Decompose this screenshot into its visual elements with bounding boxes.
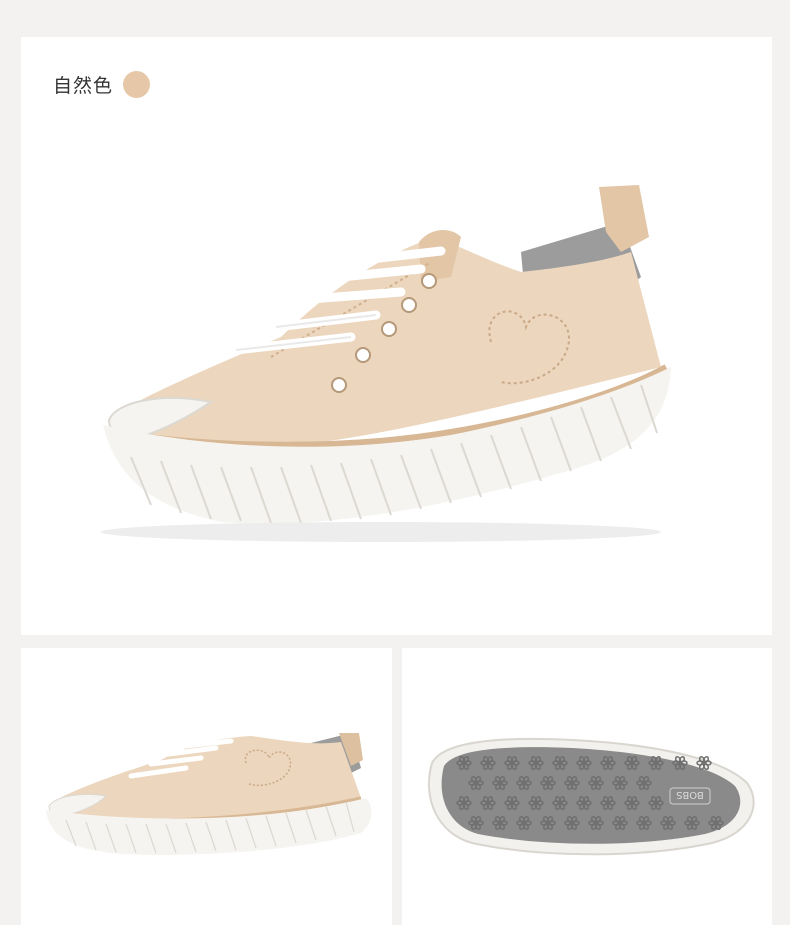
product-detail-page: 自然色 BOBS bbox=[0, 0, 790, 925]
color-swatch[interactable] bbox=[123, 71, 151, 98]
color-name: 自然色 bbox=[53, 75, 114, 97]
side-view-panel bbox=[21, 648, 392, 925]
sneaker-small-side-image bbox=[46, 733, 372, 855]
sneaker-outsole-image: BOBS bbox=[427, 737, 755, 856]
sneaker-side-view-image bbox=[101, 185, 671, 542]
svg-text:BOBS: BOBS bbox=[676, 789, 704, 800]
color-variant-label: 自然色 bbox=[53, 71, 151, 98]
outsole-panel: BOBS bbox=[402, 648, 772, 925]
main-product-panel: 自然色 bbox=[21, 37, 772, 635]
